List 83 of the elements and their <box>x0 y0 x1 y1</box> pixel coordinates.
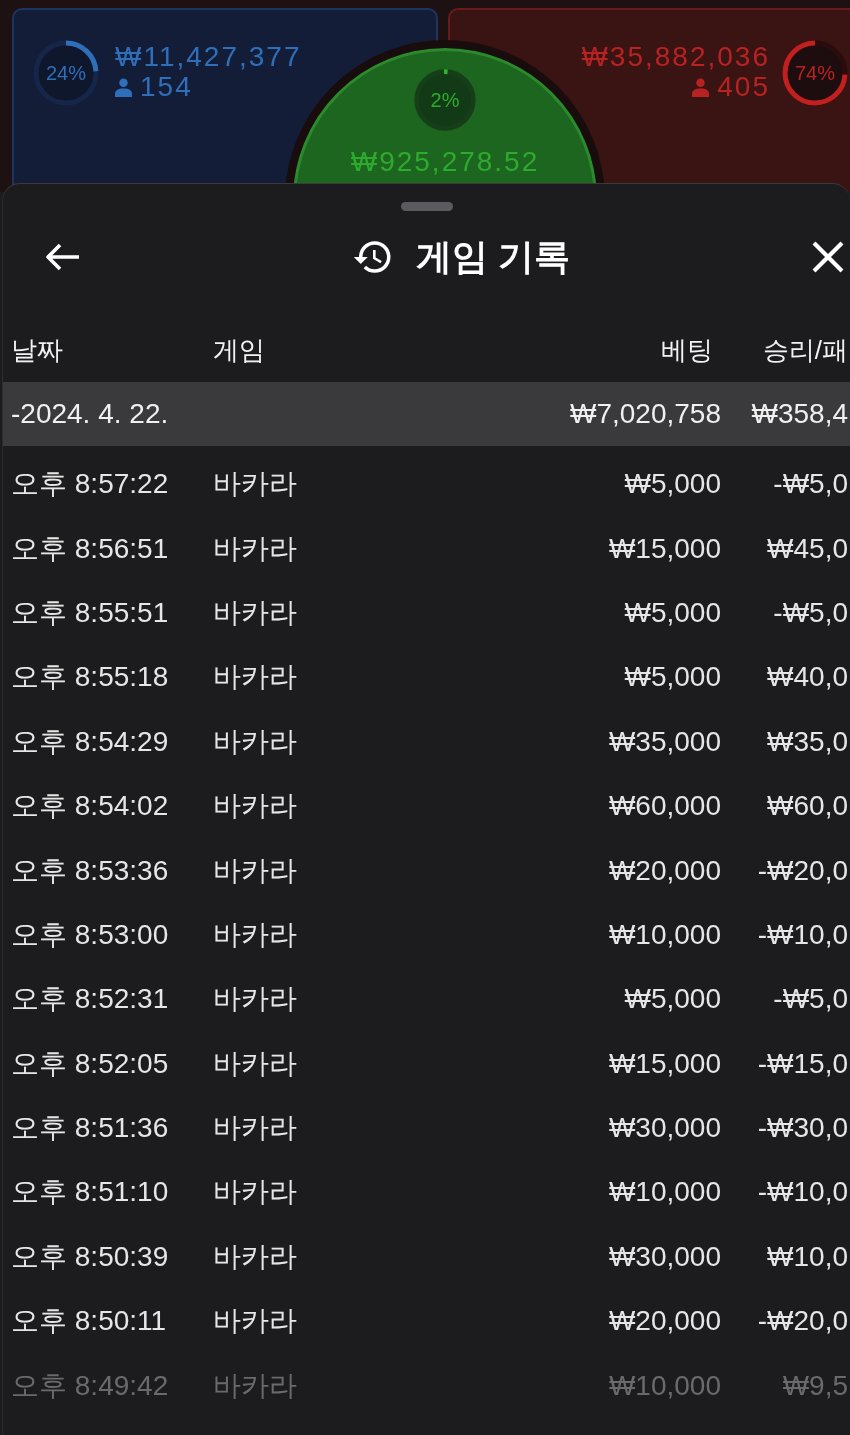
result-cell-text: ₩35,0 <box>766 725 848 758</box>
bet-cell-text: ₩15,000 <box>607 1047 721 1080</box>
bet-cell-text: ₩10,000 <box>607 1369 721 1402</box>
total-result-cell-text: ₩358,4 <box>750 398 848 430</box>
result-cell-text: ₩10,0 <box>766 1240 848 1273</box>
game-cell-text: 바카라 <box>213 532 298 565</box>
person-icon <box>115 77 132 97</box>
result-cell-text: -₩10,0 <box>756 918 848 951</box>
bet-cell-text: ₩35,000 <box>607 725 721 758</box>
result-cell-text: -₩30,0 <box>756 1112 848 1145</box>
time-cell-text: 오후 8:54:29 <box>11 725 170 758</box>
result-cell-text: -₩5,0 <box>772 983 848 1016</box>
sheet-title: 게임 기록 <box>416 236 571 278</box>
time-cell-text: 오후 8:54:02 <box>11 790 170 823</box>
result-cell-text: ₩60,0 <box>766 790 848 823</box>
time-cell-text: 오후 8:57:22 <box>11 468 170 501</box>
percent-label: 2% <box>429 89 461 111</box>
time-cell-text: 오후 8:52:05 <box>11 1047 170 1080</box>
time-cell-text: 오후 8:52:31 <box>11 983 170 1016</box>
column-header: 날짜 <box>11 334 64 366</box>
column-header: 베팅 <box>660 334 714 366</box>
bet-cell-text: ₩5,000 <box>623 661 721 694</box>
time-cell-text: 오후 8:55:51 <box>11 596 170 629</box>
bet-cell-text: ₩5,000 <box>623 468 721 501</box>
time-cell-text: 오후 8:53:00 <box>11 918 170 951</box>
arrow-left-icon <box>45 243 81 271</box>
percent-label: 74% <box>794 62 836 84</box>
result-cell-text: -₩5,0 <box>772 468 848 501</box>
game-cell-text: 바카라 <box>213 1112 298 1145</box>
game-cell-text: 바카라 <box>213 468 298 501</box>
result-cell-text: -₩20,0 <box>756 1305 848 1338</box>
result-cell-text: ₩45,0 <box>766 532 848 565</box>
player-count: 154 <box>140 72 193 102</box>
bet-cell-text: ₩15,000 <box>607 532 721 565</box>
bet-amount: ₩35,882,036 <box>581 42 770 72</box>
game-cell-text: 바카라 <box>213 1047 298 1080</box>
game-cell-text: 바카라 <box>213 1369 298 1402</box>
result-cell-text: -₩15,0 <box>756 1047 848 1080</box>
percent-label: 24% <box>45 62 87 84</box>
date-cell-text: -2024. 4. 22. <box>11 398 170 430</box>
time-cell-text: 오후 8:49:42 <box>11 1369 170 1402</box>
time-cell-text: 오후 8:50:39 <box>11 1240 170 1273</box>
bet-cell-text: ₩5,000 <box>623 596 721 629</box>
game-cell-text: 바카라 <box>213 854 298 887</box>
time-cell-text: 오후 8:53:36 <box>11 854 170 887</box>
column-header: 게임 <box>213 334 266 366</box>
bet-cell-text: ₩5,000 <box>623 983 721 1016</box>
game-cell-text: 바카라 <box>213 1176 298 1209</box>
game-cell-text: 바카라 <box>213 661 298 694</box>
close-icon <box>812 241 844 273</box>
close-button[interactable] <box>810 239 846 275</box>
time-cell-text: 오후 8:56:51 <box>11 532 170 565</box>
game-cell-text: 바카라 <box>213 1305 298 1338</box>
total-bet-cell-text: ₩7,020,758 <box>569 398 721 430</box>
game-cell-text: 바카라 <box>213 790 298 823</box>
bet-amount: ₩925,278.52 <box>350 148 540 176</box>
bet-cell-text: ₩30,000 <box>607 1240 721 1273</box>
result-cell-text: -₩10,0 <box>756 1176 848 1209</box>
time-cell-text: 오후 8:55:18 <box>11 661 170 694</box>
game-cell-text: 바카라 <box>213 725 298 758</box>
time-cell-text: 오후 8:51:10 <box>11 1176 170 1209</box>
game-cell-text: 바카라 <box>213 1240 298 1273</box>
time-cell-text: 오후 8:50:11 <box>11 1305 168 1338</box>
time-cell-text: 오후 8:51:36 <box>11 1112 170 1145</box>
column-header: 승리/패 <box>761 334 848 366</box>
bet-cell-text: ₩10,000 <box>607 918 721 951</box>
game-cell-text: 바카라 <box>213 596 298 629</box>
person-icon <box>692 77 710 97</box>
player-count: 405 <box>717 72 770 102</box>
game-cell-text: 바카라 <box>213 983 298 1016</box>
drag-handle[interactable] <box>400 202 453 211</box>
bet-cell-text: ₩20,000 <box>607 854 721 887</box>
result-cell-text: -₩5,0 <box>772 596 848 629</box>
bet-cell-text: ₩10,000 <box>607 1176 721 1209</box>
result-cell-text: -₩20,0 <box>756 854 848 887</box>
result-cell-text: ₩40,0 <box>766 661 848 694</box>
bet-cell-text: ₩20,000 <box>607 1305 721 1338</box>
bet-cell-text: ₩30,000 <box>607 1112 721 1145</box>
bet-cell-text: ₩60,000 <box>607 790 721 823</box>
bet-amount: ₩11,427,377 <box>115 42 302 72</box>
summary-row[interactable]: -2024. 4. 22. ₩7,020,758 ₩358,4 <box>3 382 850 446</box>
result-cell-text: ₩9,5 <box>781 1369 848 1402</box>
game-cell-text: 바카라 <box>213 918 298 951</box>
